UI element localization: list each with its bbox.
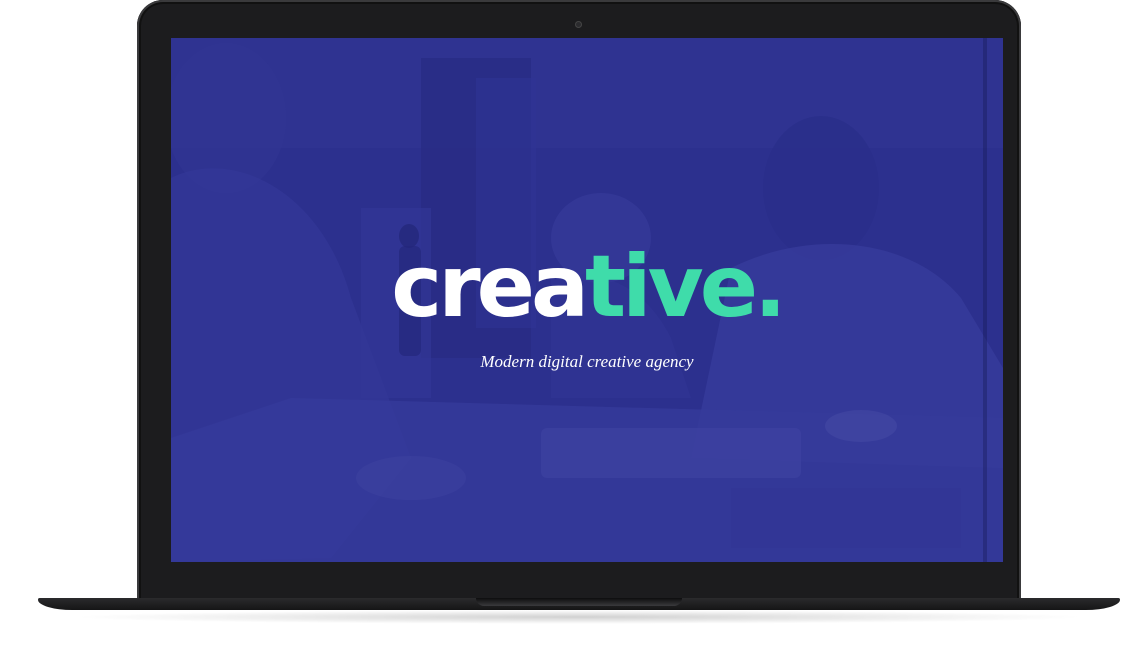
hero-tagline: Modern digital creative agency — [480, 352, 694, 371]
headline-main-text: crea — [391, 237, 589, 337]
laptop-screen: creative. Modern digital creative agency — [171, 38, 1003, 562]
headline-accent-text: tive. — [585, 237, 787, 337]
hero-headline: creative. — [171, 244, 1003, 330]
laptop-mockup: creative. Modern digital creative agency — [0, 0, 1148, 657]
laptop-shadow — [70, 610, 1088, 624]
laptop-hinge-notch — [476, 598, 682, 606]
webcam-icon — [575, 21, 582, 28]
